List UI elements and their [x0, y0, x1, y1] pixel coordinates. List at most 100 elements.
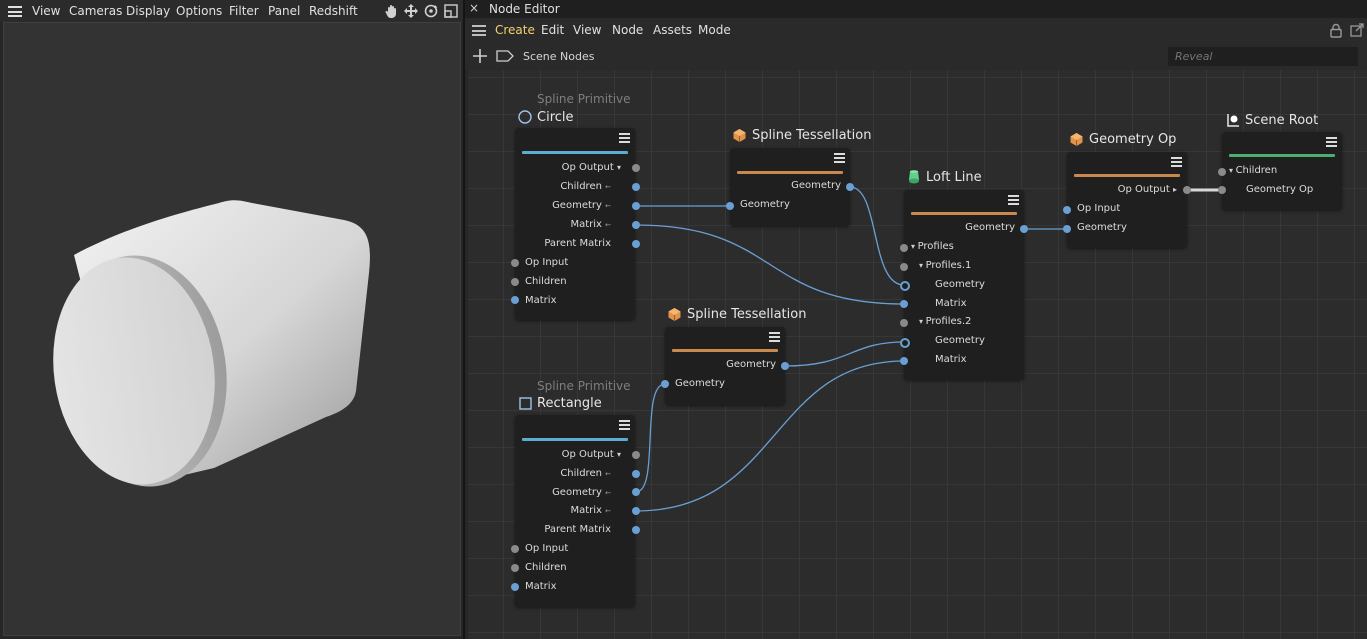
ne-menu-assets[interactable]: Assets [653, 23, 692, 37]
port-profiles-1-geometry[interactable]: Geometry [935, 279, 985, 295]
ne-menu-create[interactable]: Create [495, 23, 535, 37]
port-dot[interactable] [632, 164, 640, 172]
port-dot[interactable] [900, 338, 910, 348]
port-dot[interactable] [511, 545, 519, 553]
node-editor-menu-icon[interactable] [472, 25, 486, 36]
port-dot[interactable] [632, 202, 640, 210]
port-op-input[interactable]: Op Input [525, 257, 568, 273]
port-geometry[interactable]: Geometry ← [552, 487, 611, 503]
port-parent-matrix[interactable]: Parent Matrix [544, 524, 611, 540]
port-geometry-output[interactable]: Geometry [965, 222, 1015, 238]
port-dot[interactable] [511, 296, 519, 304]
viewport-menu-redshift[interactable]: Redshift [309, 4, 358, 18]
geometry-op-node[interactable]: Op Output ▸ Op Input Geometry [1067, 152, 1187, 248]
port-dot[interactable] [632, 221, 640, 229]
port-dot[interactable] [632, 507, 640, 515]
port-children[interactable]: Children ← [560, 468, 611, 484]
node-menu-icon[interactable] [834, 153, 845, 164]
maximize-panel-icon[interactable] [443, 3, 459, 19]
rotate-orbit-icon[interactable] [423, 3, 439, 19]
ne-menu-node[interactable]: Node [612, 23, 643, 37]
port-children[interactable]: Children ← [560, 181, 611, 197]
search-input[interactable] [1168, 47, 1358, 66]
port-dot[interactable] [900, 263, 908, 271]
viewport-menu-panel[interactable]: Panel [268, 4, 300, 18]
port-dot[interactable] [1063, 225, 1071, 233]
port-geometry[interactable]: Geometry ← [552, 200, 611, 216]
port-dot[interactable] [900, 300, 908, 308]
port-profiles-2[interactable]: ▾ Profiles.2 [919, 316, 971, 332]
port-dot[interactable] [632, 488, 640, 496]
port-geometry-output[interactable]: Geometry [726, 359, 776, 375]
node-menu-icon[interactable] [769, 332, 780, 343]
port-matrix-input[interactable]: Matrix [525, 581, 556, 597]
port-geometry-input[interactable]: Geometry [1077, 222, 1127, 238]
ne-menu-mode[interactable]: Mode [698, 23, 731, 37]
port-profiles-2-geometry[interactable]: Geometry [935, 335, 985, 351]
port-dot[interactable] [1183, 186, 1191, 194]
port-dot[interactable] [900, 357, 908, 365]
node-menu-icon[interactable] [1326, 137, 1337, 148]
port-dot[interactable] [1218, 168, 1226, 176]
ne-menu-view[interactable]: View [573, 23, 601, 37]
port-op-output[interactable]: Op Output ▸ [1118, 184, 1177, 200]
port-dot[interactable] [900, 319, 908, 327]
port-op-input[interactable]: Op Input [1077, 203, 1120, 219]
viewport-menu-cameras[interactable]: Cameras [69, 4, 122, 18]
port-dot[interactable] [900, 281, 910, 291]
node-menu-icon[interactable] [619, 420, 630, 431]
port-dot[interactable] [1063, 206, 1071, 214]
port-matrix[interactable]: Matrix ← [570, 219, 611, 235]
port-profiles[interactable]: ▾ Profiles [911, 241, 954, 257]
port-dot[interactable] [632, 470, 640, 478]
port-dot[interactable] [1020, 225, 1028, 233]
scene-root-node[interactable]: ▾ Children Geometry Op [1222, 132, 1342, 210]
port-profiles-1[interactable]: ▾ Profiles.1 [919, 260, 971, 276]
port-op-input[interactable]: Op Input [525, 543, 568, 559]
port-geometry-op[interactable]: Geometry Op [1246, 184, 1313, 200]
new-window-icon[interactable] [1350, 23, 1364, 37]
port-children[interactable]: ▾ Children [1229, 165, 1277, 181]
port-op-output[interactable]: Op Output ▾ [562, 449, 621, 465]
port-dot[interactable] [661, 380, 669, 388]
port-dot[interactable] [511, 564, 519, 572]
port-dot[interactable] [511, 583, 519, 591]
port-parent-matrix[interactable]: Parent Matrix [544, 238, 611, 254]
port-geometry-output[interactable]: Geometry [791, 180, 841, 196]
port-dot[interactable] [511, 259, 519, 267]
node-menu-icon[interactable] [619, 133, 630, 144]
circle-node[interactable]: Op Output ▾ Children ← Geometry ← Matrix… [515, 128, 635, 320]
port-dot[interactable] [781, 362, 789, 370]
viewport-menu-options[interactable]: Options [176, 4, 222, 18]
viewport-menu-filter[interactable]: Filter [229, 4, 259, 18]
port-profiles-2-matrix[interactable]: Matrix [935, 354, 966, 370]
port-dot[interactable] [632, 451, 640, 459]
port-dot[interactable] [632, 240, 640, 248]
breadcrumb[interactable]: Scene Nodes [523, 50, 594, 63]
move-arrows-icon[interactable] [403, 3, 419, 19]
port-children-input[interactable]: Children [525, 562, 567, 578]
tag-icon[interactable] [496, 50, 514, 62]
port-dot[interactable] [1218, 186, 1226, 194]
ne-menu-edit[interactable]: Edit [541, 23, 564, 37]
viewport-menu-icon[interactable] [8, 6, 22, 17]
add-icon[interactable] [472, 48, 488, 64]
viewport-menu-display[interactable]: Display [126, 4, 170, 18]
viewport-menu-view[interactable]: View [32, 4, 60, 18]
port-children-input[interactable]: Children [525, 276, 567, 292]
port-dot[interactable] [726, 202, 734, 210]
spline-tessellation-node[interactable]: Geometry Geometry [665, 327, 785, 405]
port-dot[interactable] [511, 278, 519, 286]
hand-pan-icon[interactable] [384, 3, 400, 19]
rectangle-node[interactable]: Op Output ▾ Children ← Geometry ← Matrix… [515, 415, 635, 607]
close-icon[interactable]: × [469, 1, 479, 15]
port-matrix[interactable]: Matrix ← [570, 505, 611, 521]
viewport-canvas[interactable] [3, 22, 461, 636]
port-geometry-input[interactable]: Geometry [740, 199, 790, 215]
port-geometry-input[interactable]: Geometry [675, 378, 725, 394]
spline-tessellation-node[interactable]: Geometry Geometry [730, 148, 850, 226]
port-dot[interactable] [632, 526, 640, 534]
loft-line-node[interactable]: Geometry ▾ Profiles ▾ Profiles.1 Geometr… [904, 190, 1024, 380]
port-profiles-1-matrix[interactable]: Matrix [935, 298, 966, 314]
port-dot[interactable] [632, 183, 640, 191]
